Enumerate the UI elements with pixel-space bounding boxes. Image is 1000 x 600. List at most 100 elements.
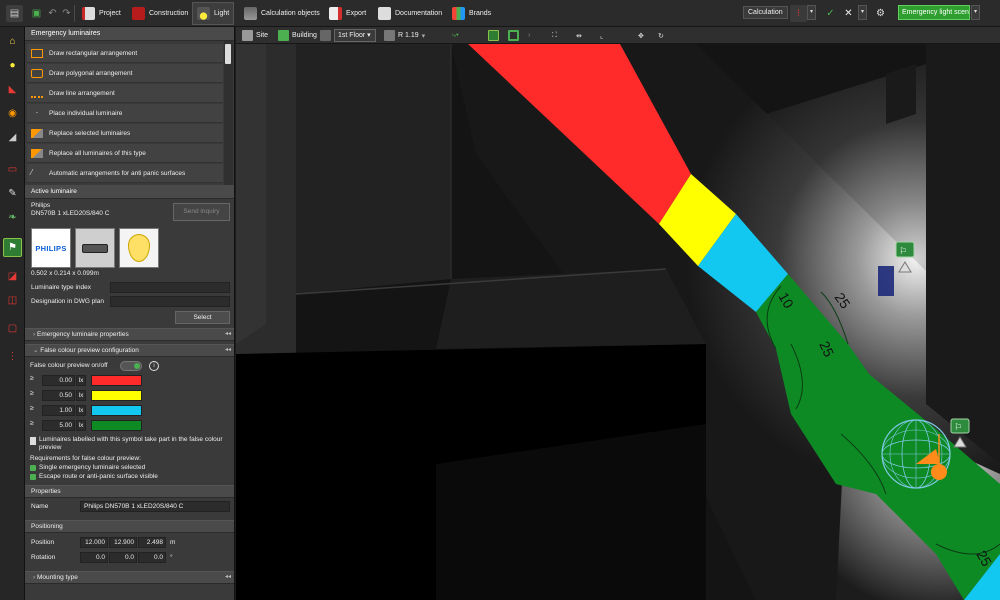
- leaf-icon[interactable]: ❧: [3, 208, 22, 227]
- collapse-icon: ◂◂: [224, 331, 231, 337]
- luminaire-brand: Philips: [31, 202, 51, 209]
- scrollbar-thumb[interactable]: [225, 44, 231, 64]
- building-button[interactable]: Building: [278, 29, 317, 42]
- spotlight-icon[interactable]: ◣: [3, 80, 22, 99]
- draw-line-arrangement[interactable]: Draw line arrangement: [27, 84, 223, 103]
- position-label: Position: [31, 539, 55, 546]
- scene-dropdown[interactable]: ▾: [971, 5, 980, 20]
- threshold-input[interactable]: 0.50: [42, 390, 75, 401]
- calculation-dropdown[interactable]: ▾: [807, 5, 816, 20]
- check-icon[interactable]: ✓: [822, 5, 839, 22]
- mounting-type-header[interactable]: › Mounting type ◂◂: [25, 571, 234, 584]
- rotation-z-input[interactable]: 0.0: [138, 552, 166, 563]
- threshold-input[interactable]: 0.00: [42, 375, 75, 386]
- luminaire-model: DN570B 1 xLED20S/840 C: [31, 210, 110, 217]
- documentation-icon: [378, 7, 391, 20]
- luminaire-type-index-input[interactable]: [110, 282, 230, 293]
- position-z-input[interactable]: 2.498: [138, 537, 166, 548]
- top-menu-bar: ▤ ▣ ↶ ↷ Project Construction Light Calcu…: [0, 0, 1000, 27]
- send-inquiry-button[interactable]: Send inquiry: [173, 203, 230, 221]
- calculation-status-icon[interactable]: ⁝: [790, 5, 807, 22]
- place-individual-luminaire[interactable]: · Place individual luminaire: [27, 104, 223, 123]
- selected-luminaire-light-distribution[interactable]: [881, 419, 951, 489]
- replace-all-luminaires[interactable]: Replace all luminaires of this type: [27, 144, 223, 163]
- color-wheel-icon[interactable]: ◉: [3, 104, 22, 123]
- menu-light[interactable]: Light: [192, 2, 235, 25]
- replace-selected-luminaires[interactable]: Replace selected luminaires: [27, 124, 223, 143]
- fill-view-icon[interactable]: [488, 29, 499, 42]
- hierarchy-icon[interactable]: ⋮: [3, 347, 22, 366]
- wrench-icon[interactable]: ✎: [3, 184, 22, 203]
- position-y-input[interactable]: 12.900: [109, 537, 137, 548]
- emergency-light-scene-button[interactable]: Emergency light scene: [898, 5, 970, 20]
- move-icon[interactable]: ✥: [638, 29, 644, 42]
- magic-wand-icon: ⁄: [31, 167, 33, 177]
- draw-polygonal-arrangement[interactable]: Draw polygonal arrangement: [27, 64, 223, 83]
- automatic-anti-panic-arrangement[interactable]: ⁄ Automatic arrangements for anti panic …: [27, 164, 223, 183]
- brand-logo: PHILIPS: [31, 228, 71, 268]
- luminaire-group-icon[interactable]: ▭: [3, 160, 22, 179]
- designation-input[interactable]: [110, 296, 230, 307]
- menu-documentation[interactable]: Documentation: [374, 2, 446, 25]
- threshold-input[interactable]: 5.00: [42, 420, 75, 431]
- position-x-input[interactable]: 12.000: [80, 537, 108, 548]
- select-tool-icon[interactable]: ⤷▾: [452, 29, 459, 42]
- floor-selector[interactable]: 1st Floor ▾: [320, 29, 376, 42]
- menu-brands[interactable]: Brands: [448, 2, 495, 25]
- redo-icon[interactable]: ↷: [58, 5, 75, 22]
- light-icon: [197, 7, 210, 20]
- dimmer-icon[interactable]: ◢: [3, 128, 22, 147]
- menu-project[interactable]: Project: [78, 2, 125, 25]
- close-dropdown[interactable]: ▾: [858, 5, 867, 20]
- emergency-exit-icon[interactable]: ⚑: [3, 238, 22, 257]
- replace-selected-icon: [31, 128, 43, 138]
- false-colour-note: Luminaires labelled with this symbol tak…: [39, 436, 223, 451]
- false-colour-header[interactable]: ⌄ False colour preview configuration ◂◂: [25, 344, 234, 357]
- measure-icon[interactable]: ⌞: [600, 29, 603, 42]
- ceiling-light-icon[interactable]: ⌂: [3, 32, 22, 51]
- site-button[interactable]: Site: [242, 29, 268, 42]
- 3d-viewport[interactable]: 10 25 25 25 ⚐ ⚐: [236, 44, 1000, 600]
- rotate-icon[interactable]: ↻: [658, 29, 664, 42]
- calculation-objects-icon: [244, 7, 257, 20]
- room-selector[interactable]: R 1.19 ▾: [384, 29, 425, 42]
- rotation-x-input[interactable]: 0.0: [80, 552, 108, 563]
- select-button[interactable]: Select: [175, 311, 230, 324]
- info-icon[interactable]: i: [149, 361, 159, 371]
- name-input[interactable]: Philips DN570B 1 xLED20S/840 C: [80, 501, 230, 512]
- colour-swatch-green[interactable]: [91, 420, 142, 431]
- threshold-input[interactable]: 1.00: [42, 405, 75, 416]
- colour-swatch-yellow[interactable]: [91, 390, 142, 401]
- menu-calculation-objects[interactable]: Calculation objects: [240, 2, 324, 25]
- fit-view-icon[interactable]: ⛶: [552, 29, 557, 42]
- menu-export[interactable]: Export: [325, 2, 370, 25]
- right-wall-dark: [926, 44, 1000, 464]
- gear-icon[interactable]: ⚙: [872, 5, 889, 22]
- save-icon[interactable]: ▣: [28, 5, 45, 22]
- outline-view-icon[interactable]: [508, 29, 519, 42]
- colour-swatch-red[interactable]: [91, 375, 142, 386]
- false-colour-toggle[interactable]: [120, 361, 142, 371]
- sensor-icon[interactable]: ◪: [3, 267, 22, 286]
- floor-edge: [436, 269, 706, 349]
- schedule-icon[interactable]: ◫: [3, 291, 22, 310]
- window-icon[interactable]: ▢: [3, 319, 22, 338]
- dimension-icon[interactable]: ⇹: [576, 29, 582, 42]
- emergency-luminaire-properties-header[interactable]: › Emergency luminaire properties ◂◂: [25, 328, 234, 341]
- false-colour-toggle-label: False colour preview on/off: [30, 362, 108, 369]
- bulb-icon[interactable]: ●: [3, 56, 22, 75]
- luminaire-dimensions: 0.502 x 0.214 x 0.099m: [31, 270, 99, 277]
- app-menu-icon[interactable]: ▤: [6, 5, 23, 22]
- designation-label: Designation in DWG plan: [31, 298, 104, 305]
- menu-construction[interactable]: Construction: [128, 2, 192, 25]
- chevron-down-icon: ▾: [421, 32, 426, 40]
- colour-swatch-cyan[interactable]: [91, 405, 142, 416]
- rotation-y-input[interactable]: 0.0: [109, 552, 137, 563]
- false-colour-symbol-icon: [30, 437, 36, 445]
- chevron-right-icon[interactable]: ›: [528, 29, 530, 42]
- collapse-icon: ◂◂: [224, 347, 231, 353]
- chevron-right-icon: ›: [33, 574, 36, 581]
- calculation-label: Calculation: [743, 6, 788, 19]
- draw-rectangular-arrangement[interactable]: Draw rectangular arrangement: [27, 44, 223, 63]
- close-icon[interactable]: ✕: [840, 5, 857, 22]
